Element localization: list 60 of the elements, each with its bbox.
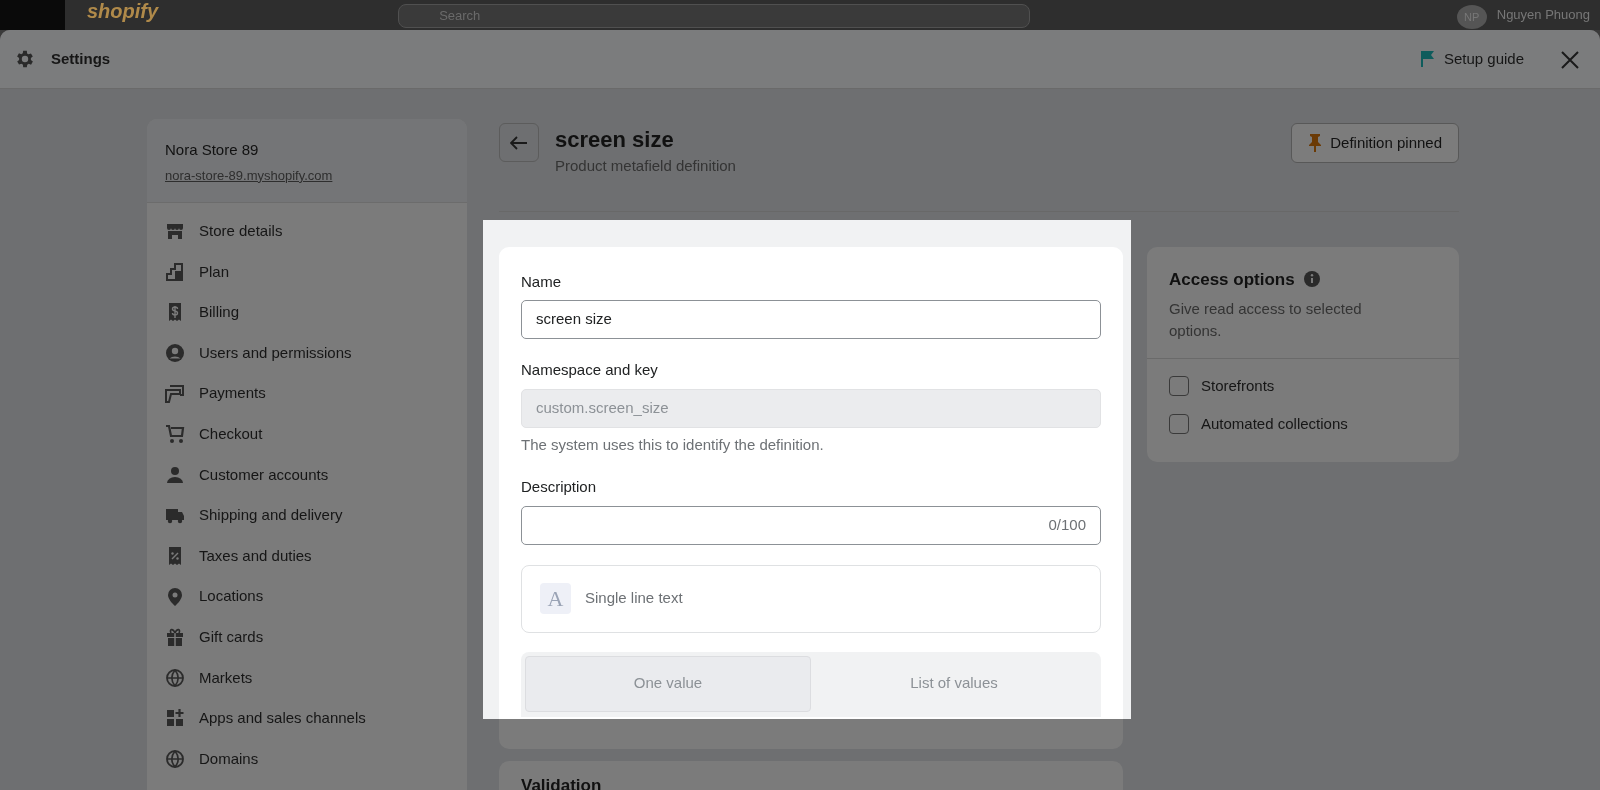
section-title: Validation [521,774,603,790]
stairs-icon [165,261,185,282]
checkbox-label[interactable]: Storefronts [1201,375,1275,398]
sidebar-item[interactable]: Domains [147,738,467,780]
sidebar-item[interactable]: Locations [147,576,467,617]
checkbox[interactable] [1169,413,1189,434]
sidebar-item[interactable]: Payments [147,373,467,414]
sidebar-item[interactable]: Plan [147,251,467,293]
page-title: screen size [555,127,675,153]
checkbox[interactable] [1169,376,1189,397]
user-name[interactable]: Nguyen Phuong [1496,8,1590,22]
sidebar-item[interactable]: Customer accounts [147,454,467,496]
apps-icon [165,708,185,729]
section-title: Access options [1169,268,1295,291]
globe-icon [165,667,185,688]
sidebar-item[interactable]: Markets [147,657,467,699]
field-label: Name [521,271,562,292]
globe-icon [165,749,185,769]
sidebar-item[interactable]: Shipping and delivery [147,495,467,536]
name-field[interactable]: screen size [521,300,1101,339]
checkbox-label[interactable]: Automated collections [1201,412,1348,435]
pin-icon [165,586,185,607]
flag-icon [1419,50,1436,68]
store-logo[interactable]: shopify [87,0,159,22]
field-label: Description [521,477,598,497]
character-counter: 0/100 [1048,514,1086,535]
modal-title: Settings [51,48,111,69]
store-name: Nora Store 89 [165,140,260,160]
cart-icon [165,424,185,445]
person-icon [165,464,185,485]
sidebar-item[interactable]: Gift cards [147,616,467,658]
sidebar-item[interactable]: Taxes and duties [147,535,467,577]
sidebar-item[interactable]: Apps and sales channels [147,698,467,739]
sidebar-item[interactable]: Checkout [147,413,467,455]
text-type-icon: A [540,583,571,614]
definition-pinned-button[interactable]: Definition pinned [1291,123,1459,163]
info-icon[interactable] [1302,270,1321,289]
card-icon [165,383,185,404]
sidebar-item[interactable]: Billing [147,292,467,333]
type-selector[interactable]: A Single line text [521,564,1101,633]
settings-icon [14,48,36,70]
field-label: Namespace and key [521,360,659,380]
pushpin-icon [1308,133,1323,153]
help-text: The system uses this to identify the definition. [521,434,825,455]
setup-guide-button[interactable]: Setup guide [1419,47,1524,71]
gift-icon [165,627,185,648]
sidebar-item[interactable]: Users and permissions [147,332,467,374]
back-button[interactable] [499,123,539,162]
logo-tile [0,0,65,30]
type-label: Single line text [585,588,683,609]
value-option[interactable]: One value [525,655,811,712]
sidebar-item[interactable]: Store details [147,211,467,252]
page-subtitle: Product metafield definition [555,156,736,176]
store-domain-link[interactable]: nora-store-89.myshopify.com [165,165,333,185]
value-option[interactable]: List of values [811,655,1097,712]
store-icon [165,221,185,242]
arrow-left-icon [510,135,528,150]
user-circle-icon [165,343,185,364]
description-field[interactable]: 0/100 [521,505,1101,545]
section-description: Give read access to selected options. [1169,299,1363,341]
